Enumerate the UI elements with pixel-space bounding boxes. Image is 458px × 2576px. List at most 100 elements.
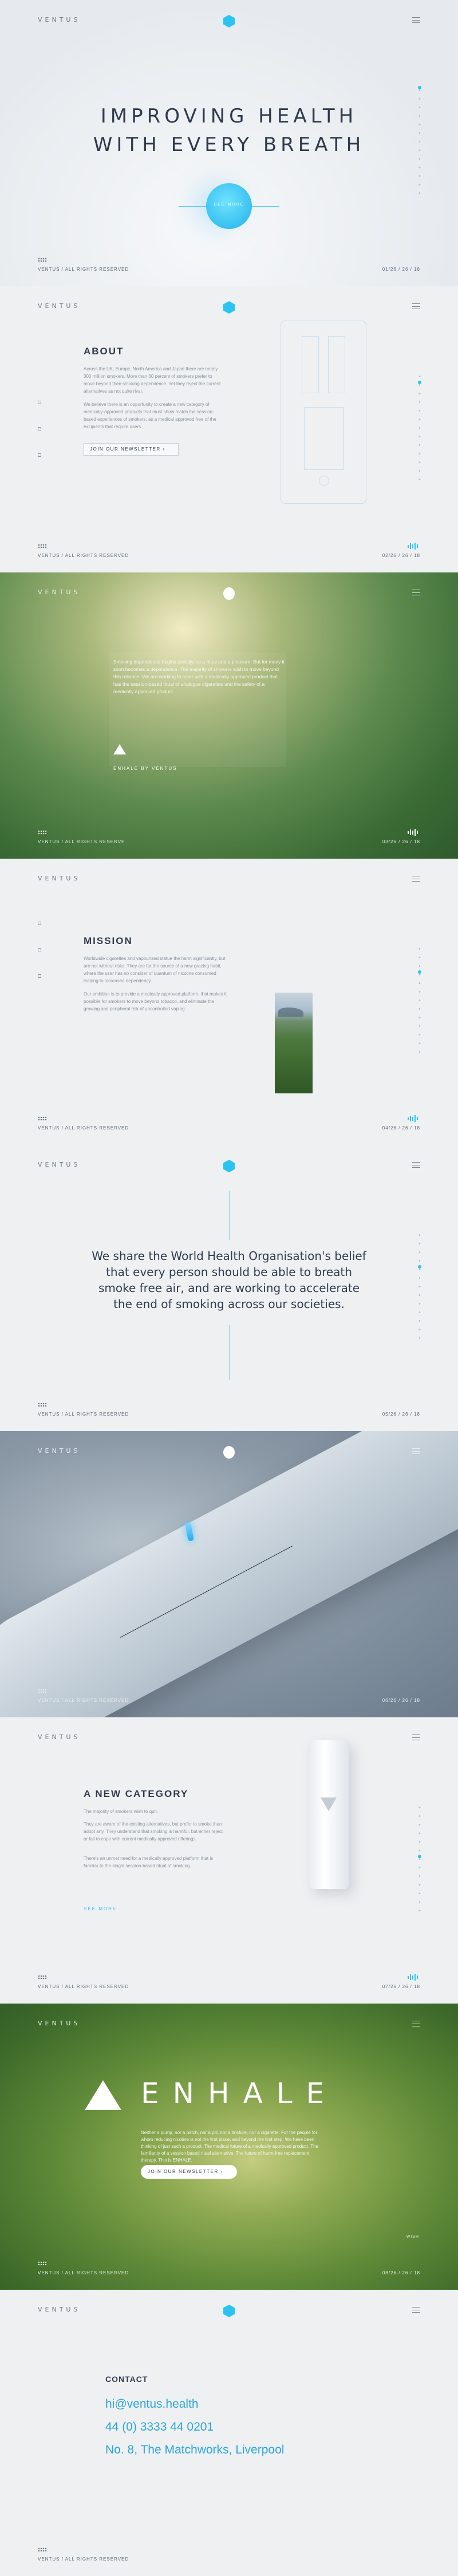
- new-category-paragraph-1: The majority of smokers wish to quit.: [84, 1809, 158, 1814]
- footer: VENTUS / ALL RIGHTS RESERVED 06/26 / 26 …: [38, 1689, 420, 1705]
- menu-icon[interactable]: [412, 876, 420, 882]
- grid-icon[interactable]: [38, 258, 47, 262]
- contact-email-link[interactable]: hi@ventus.health: [105, 2397, 199, 2411]
- circle-logo-icon[interactable]: [223, 1446, 235, 1459]
- hexagon-logo-icon[interactable]: [223, 301, 235, 314]
- logo[interactable]: VENTUS: [38, 1161, 80, 1168]
- header: VENTUS: [38, 1160, 420, 1172]
- logo[interactable]: VENTUS: [38, 2020, 80, 2027]
- mission-paragraph-1: Worldwide cigarettes and vapourised stat…: [84, 956, 226, 983]
- mission-heading: MISSION: [84, 935, 133, 946]
- device-line-drawing: [281, 321, 366, 504]
- hero-title-line-2: WITH EVERY BREATH: [93, 133, 365, 156]
- footer: VENTUS / ALL RIGHTS RESERVED 05/26 / 26 …: [38, 1402, 420, 1419]
- grid-icon[interactable]: [38, 1402, 47, 1407]
- menu-icon[interactable]: [412, 590, 420, 595]
- rights-text: VENTUS / ALL RIGHTS RESERVED: [38, 1125, 129, 1131]
- footer: VENTUS / ALL RIGHTS RESERVED 07/26 / 26 …: [38, 1974, 420, 1991]
- hero-title: IMPROVING HEALTH WITH EVERY BREATH: [0, 102, 458, 159]
- new-category-paragraph-3: There's an unmet need for a medically ap…: [84, 1856, 214, 1868]
- device-section: VENTUS VENTUS / ALL RIGHTS RESERVED 06/2…: [0, 1431, 458, 1717]
- header: VENTUS: [38, 301, 420, 314]
- header: VENTUS: [38, 875, 420, 884]
- footer: VENTUS / ALL RIGHTS RESERVED 04/26 / 26 …: [38, 1115, 420, 1132]
- logo[interactable]: VENTUS: [38, 588, 80, 596]
- rights-text: VENTUS / ALL RIGHTS RESERVED: [38, 1698, 129, 1703]
- hexagon-logo-icon[interactable]: [223, 2305, 235, 2317]
- header: VENTUS: [38, 15, 420, 27]
- enhale-triangle-icon: [113, 744, 126, 754]
- menu-icon[interactable]: [412, 17, 420, 23]
- section-nav-dots[interactable]: [418, 1231, 421, 1340]
- contact-section: VENTUS CONTACT hi@ventus.health 44 (0) 3…: [0, 2290, 458, 2576]
- tea-plantation-image: [275, 993, 313, 1093]
- see-more-link[interactable]: SEE MORE: [84, 1906, 117, 1911]
- hexagon-logo-icon[interactable]: [223, 1160, 235, 1172]
- grid-icon[interactable]: [38, 544, 47, 548]
- grid-icon[interactable]: [38, 1116, 47, 1121]
- section-nav-dots[interactable]: [418, 1803, 421, 1912]
- dependence-section: VENTUS Smoking dependence begins sociall…: [0, 572, 458, 859]
- logo[interactable]: VENTUS: [38, 16, 80, 23]
- rights-text: VENTUS / ALL RIGHTS RESERVED: [38, 553, 129, 558]
- see-more-label[interactable]: SEE MORE: [207, 203, 251, 207]
- footer: VENTUS / ALL RIGHTS RESERVED 02/26 / 26 …: [38, 543, 420, 560]
- grid-icon[interactable]: [38, 830, 47, 835]
- page-indicator: 02/26 / 26 / 18: [382, 553, 420, 558]
- menu-icon[interactable]: [412, 1448, 420, 1454]
- grid-icon[interactable]: [38, 2547, 47, 2552]
- menu-icon[interactable]: [412, 1735, 420, 1740]
- new-category-heading: A NEW CATEGORY: [84, 1788, 189, 1799]
- newsletter-button[interactable]: JOIN OUR NEWSLETTER ›: [141, 2165, 237, 2179]
- circle-logo-icon[interactable]: [223, 587, 235, 600]
- enhale-by-ventus: ENHALE BY VENTUS: [113, 766, 177, 771]
- audio-bars-icon[interactable]: [408, 543, 419, 550]
- contact-heading: CONTACT: [105, 2374, 148, 2384]
- side-marker-icon: [38, 974, 41, 978]
- hexagon-logo-icon[interactable]: [223, 15, 235, 27]
- logo[interactable]: VENTUS: [38, 875, 80, 882]
- menu-icon[interactable]: [412, 2021, 420, 2026]
- header: VENTUS: [38, 1446, 420, 1459]
- footer: VENTUS / ALL RIGHTS RESERVED 01/26 / 26 …: [38, 258, 420, 274]
- section-nav-dots[interactable]: [418, 945, 421, 1053]
- about-section: VENTUS ABOUT Across the UK, Europe, Nort…: [0, 286, 458, 572]
- logo[interactable]: VENTUS: [38, 1733, 80, 1741]
- section-nav-dots[interactable]: [418, 372, 421, 481]
- logo[interactable]: VENTUS: [38, 2306, 80, 2313]
- quote-section: VENTUS We share the World Health Organis…: [0, 1145, 458, 1431]
- newsletter-button[interactable]: JOIN OUR NEWSLETTER ›: [84, 443, 179, 456]
- page-indicator: 07/26 / 26 / 18: [382, 1984, 420, 1989]
- grid-icon[interactable]: [38, 1975, 47, 1980]
- page-indicator: 08/26 / 26 / 18: [382, 2270, 420, 2275]
- enhale-triangle-icon: [85, 2080, 121, 2110]
- quote-divider-bottom: [229, 1325, 230, 1380]
- about-paragraph-2: We believe there is an opportunity to cr…: [84, 402, 216, 429]
- logo[interactable]: VENTUS: [38, 1447, 80, 1455]
- menu-icon[interactable]: [412, 303, 420, 309]
- audio-bars-icon[interactable]: [408, 1974, 419, 1981]
- audio-bars-icon[interactable]: [408, 1115, 419, 1122]
- menu-icon[interactable]: [412, 1162, 420, 1168]
- menu-icon[interactable]: [412, 2307, 420, 2313]
- page-indicator: 04/26 / 26 / 18: [382, 1125, 420, 1131]
- mission-paragraph-2: Our ambition is to provide a medically a…: [84, 991, 227, 1012]
- new-category-section: VENTUS A NEW CATEGORY The majority of sm…: [0, 1717, 458, 2004]
- grid-icon[interactable]: [38, 2261, 47, 2266]
- side-marker-icon: [38, 427, 41, 430]
- section-nav-dots[interactable]: [418, 86, 421, 195]
- contact-address: No. 8, The Matchworks, Liverpool: [105, 2443, 285, 2456]
- footer: VENTUS / ALL RIGHTS RESERVED 08/26 / 26 …: [38, 2261, 420, 2277]
- product-image: [309, 1740, 349, 1889]
- footer: VENTUS / ALL RIGHTS RESERVE 03/26 / 26 /…: [38, 829, 420, 846]
- newsletter-button-label: JOIN OUR NEWSLETTER: [90, 447, 161, 452]
- rights-text: VENTUS / ALL RIGHTS RESERVED: [38, 1984, 129, 1989]
- grid-icon[interactable]: [38, 1689, 47, 1693]
- header: VENTUS: [38, 587, 420, 600]
- contact-phone-link[interactable]: 44 (0) 3333 44 0201: [105, 2420, 214, 2434]
- enhale-wordmark: ENHALE: [141, 2077, 338, 2110]
- newsletter-button-label: JOIN OUR NEWSLETTER: [148, 2169, 219, 2174]
- hero-section: VENTUS IMPROVING HEALTH WITH EVERY BREAT…: [0, 0, 458, 286]
- audio-bars-icon[interactable]: [408, 829, 419, 836]
- logo[interactable]: VENTUS: [38, 302, 80, 310]
